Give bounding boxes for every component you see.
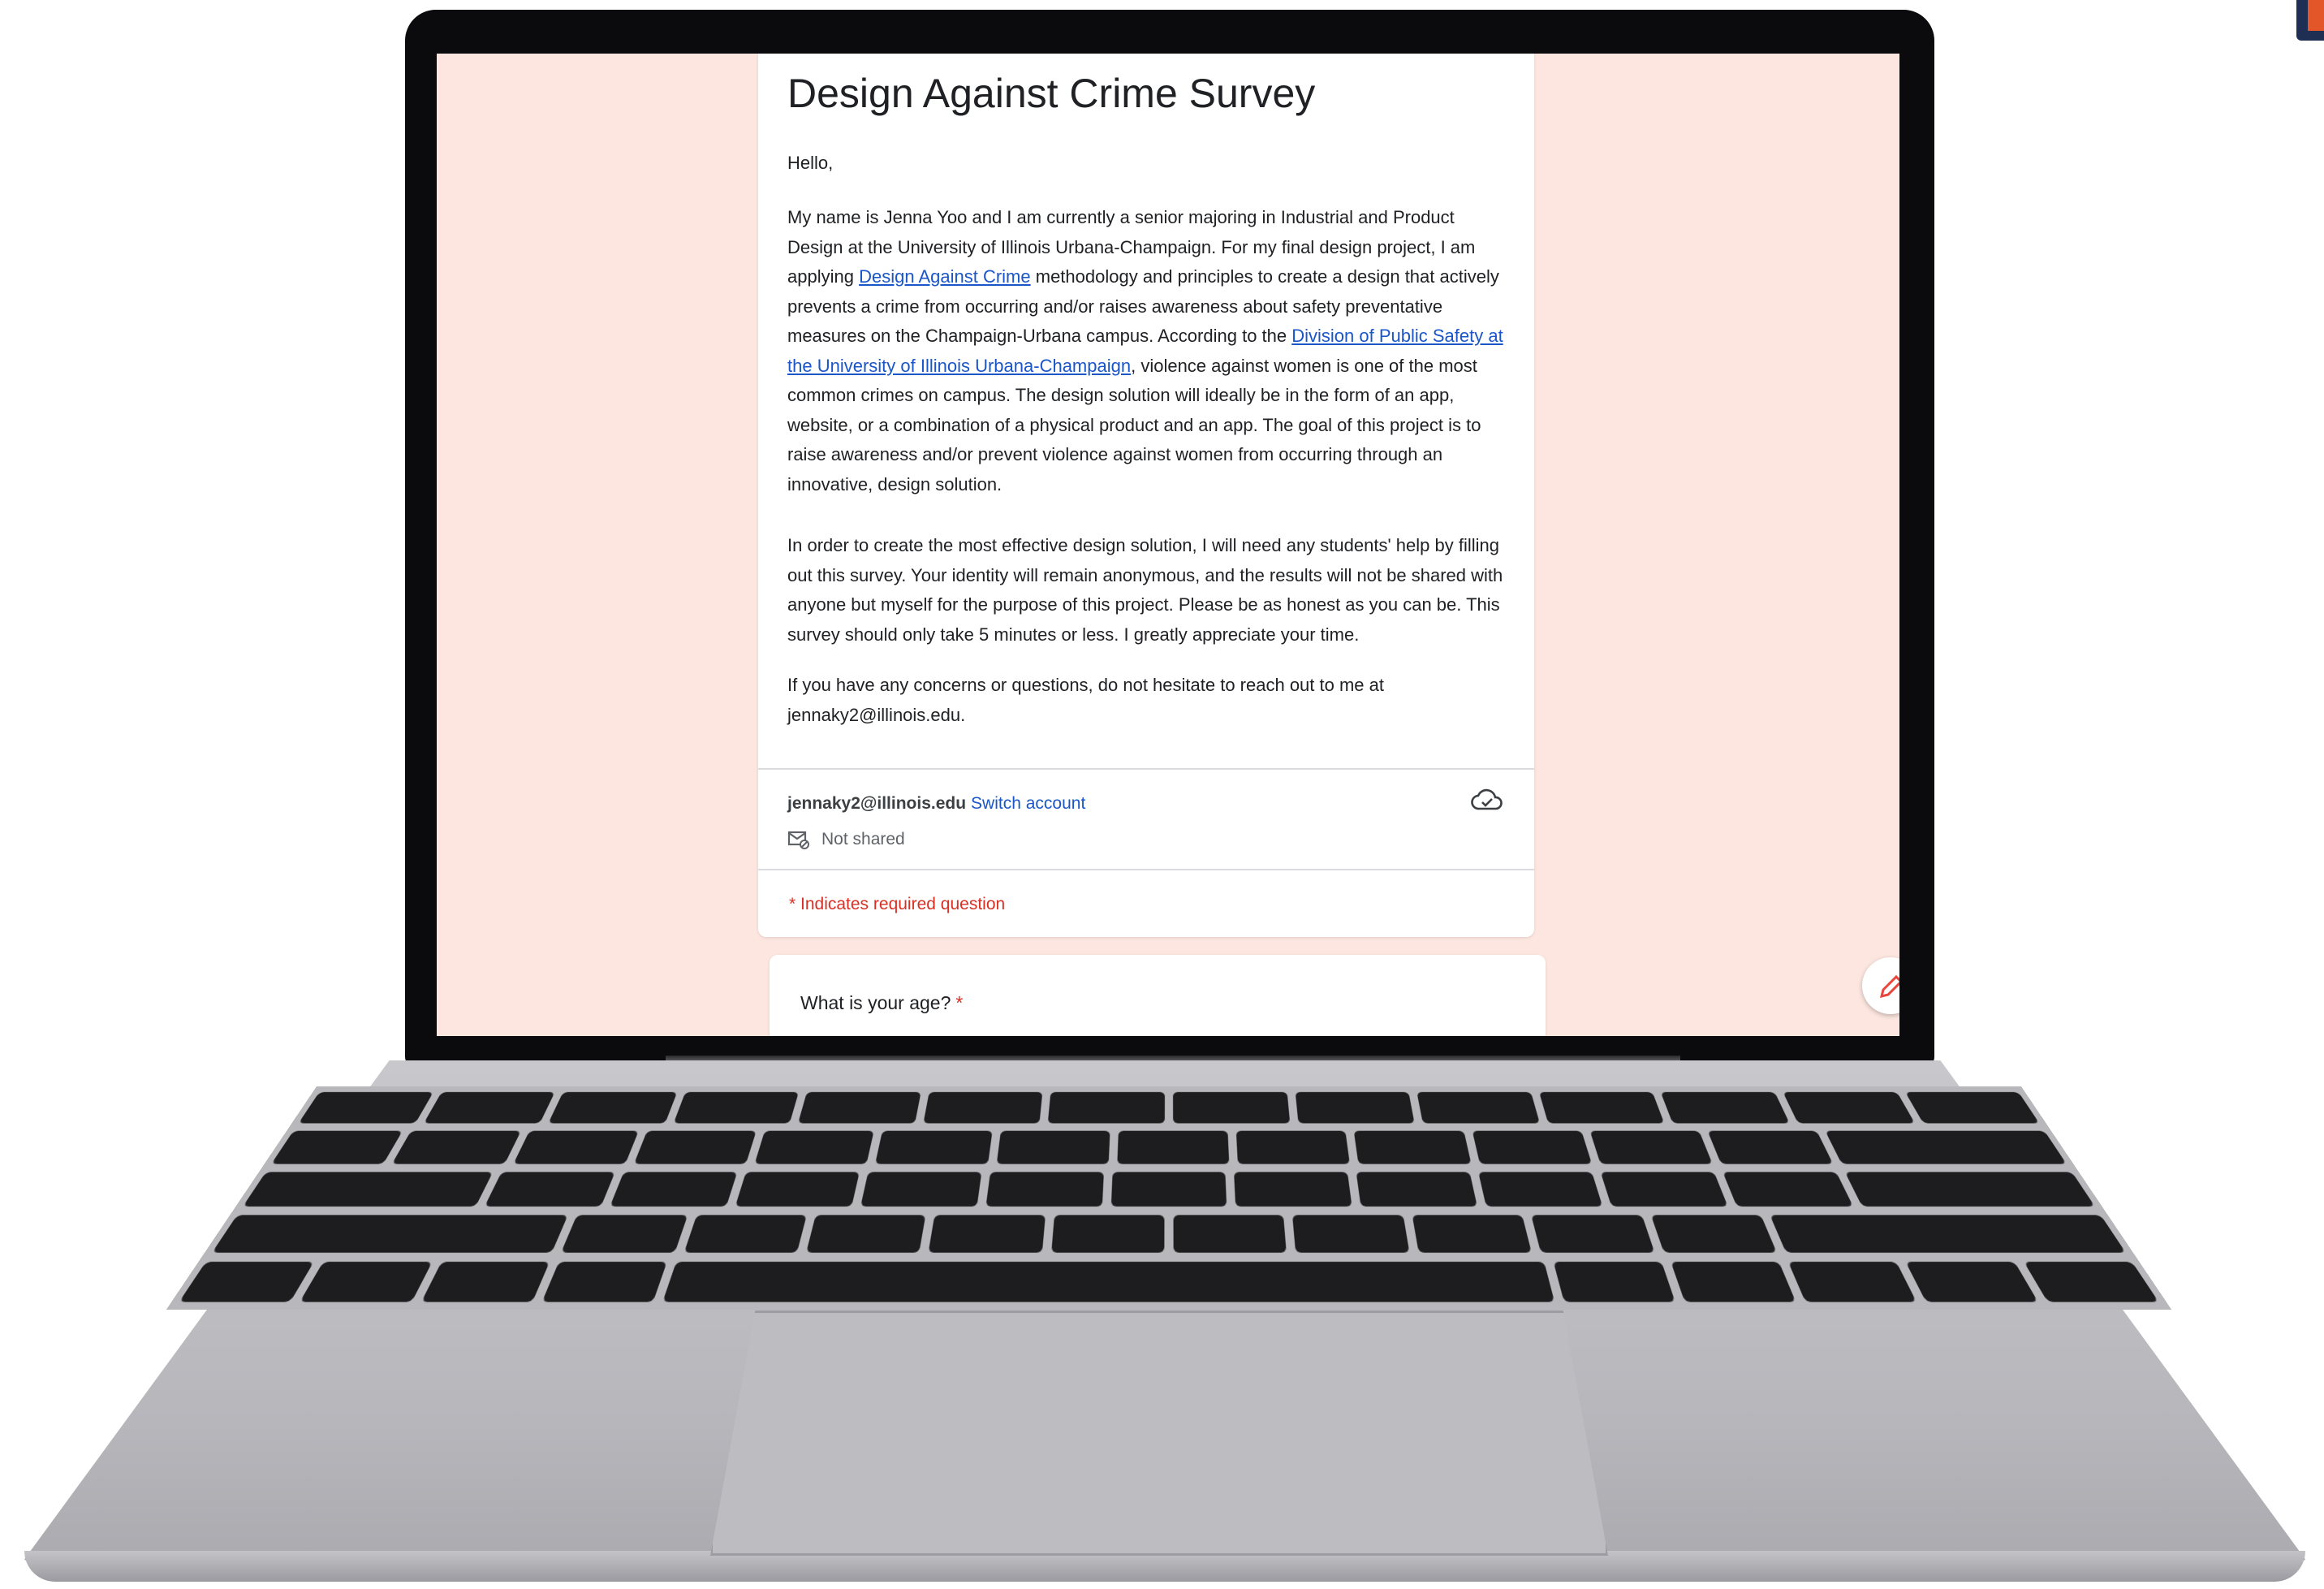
key <box>1671 1262 1796 1302</box>
key <box>735 1172 860 1207</box>
contact-paragraph: If you have any concerns or questions, d… <box>787 675 1385 725</box>
key <box>1478 1172 1603 1207</box>
key <box>754 1130 875 1164</box>
key <box>1050 1215 1165 1253</box>
key <box>1292 1215 1410 1253</box>
key <box>423 1091 555 1124</box>
key <box>1235 1130 1351 1164</box>
key <box>1844 1172 2096 1207</box>
keyboard-row <box>242 1172 2096 1207</box>
key <box>548 1091 678 1124</box>
key <box>985 1172 1104 1207</box>
key <box>633 1130 757 1164</box>
key <box>179 1262 315 1302</box>
key <box>1589 1130 1713 1164</box>
form-title: Design Against Crime Survey <box>787 71 1316 116</box>
key <box>1904 1091 2040 1124</box>
switch-account-link[interactable]: Switch account <box>971 794 1085 813</box>
account-email: jennaky2@illinois.edu <box>787 794 967 813</box>
intro-paragraph: My name is Jenna Yoo and I am currently … <box>787 203 1510 499</box>
key <box>673 1091 800 1124</box>
question-card-age: What is your age? * <box>770 955 1546 1036</box>
key <box>298 1091 433 1124</box>
greeting-text: Hello, <box>787 153 834 173</box>
key <box>420 1262 550 1302</box>
not-shared-row: Not shared <box>787 830 905 849</box>
key <box>271 1130 403 1164</box>
key <box>1295 1091 1415 1124</box>
key <box>1770 1215 2127 1253</box>
cloud-saved-icon[interactable] <box>1471 788 1503 814</box>
key <box>484 1172 615 1207</box>
key <box>1650 1215 1777 1253</box>
keyboard-row <box>298 1091 2040 1124</box>
key <box>513 1130 639 1164</box>
key <box>860 1172 982 1207</box>
key <box>1173 1215 1287 1253</box>
divider <box>758 869 1534 870</box>
key <box>1788 1262 1917 1302</box>
key <box>1531 1215 1654 1253</box>
question-label: What is your age? <box>800 992 951 1013</box>
corner-accent <box>2296 0 2324 41</box>
key <box>2023 1262 2159 1302</box>
edit-button[interactable] <box>1862 957 1899 1014</box>
key <box>1553 1262 1675 1302</box>
key <box>392 1130 521 1164</box>
key <box>875 1130 993 1164</box>
keyboard-row <box>211 1215 2127 1253</box>
intro-text: , violence against women is one of the m… <box>787 355 1481 494</box>
key <box>1723 1172 1854 1207</box>
key <box>1416 1091 1540 1124</box>
key <box>300 1262 433 1302</box>
key <box>1472 1130 1592 1164</box>
key <box>1354 1130 1472 1164</box>
key <box>1707 1130 1834 1164</box>
key <box>1356 1172 1478 1207</box>
key <box>996 1130 1110 1164</box>
required-note: * Indicates required question <box>789 895 1006 913</box>
mail-not-shared-icon <box>787 831 809 849</box>
not-shared-label: Not shared <box>821 830 905 848</box>
trackpad <box>710 1310 1608 1556</box>
key <box>1600 1172 1729 1207</box>
space-key <box>662 1262 1554 1302</box>
key <box>1117 1130 1230 1164</box>
keyboard-row <box>271 1130 2067 1164</box>
key <box>609 1172 738 1207</box>
question-title: What is your age? * <box>800 992 963 1014</box>
key <box>1110 1172 1227 1207</box>
key <box>923 1091 1043 1124</box>
key <box>1661 1091 1790 1124</box>
keyboard-row <box>179 1262 2159 1302</box>
design-against-crime-link[interactable]: Design Against Crime <box>859 266 1031 287</box>
instructions-paragraph: In order to create the most effective de… <box>787 535 1503 645</box>
key <box>211 1215 568 1253</box>
key <box>805 1215 926 1253</box>
account-row: jennaky2@illinois.edu Switch account <box>787 794 1085 814</box>
key <box>541 1262 667 1302</box>
key <box>1538 1091 1665 1124</box>
key <box>1783 1091 1915 1124</box>
key <box>798 1091 921 1124</box>
key <box>683 1215 807 1253</box>
form-header-card: Design Against Crime Survey Hello, My na… <box>758 54 1534 937</box>
key <box>1048 1091 1166 1124</box>
keyboard <box>166 1086 2172 1310</box>
key <box>928 1215 1046 1253</box>
key <box>1173 1091 1290 1124</box>
key <box>1234 1172 1353 1207</box>
key <box>242 1172 494 1207</box>
key <box>1906 1262 2038 1302</box>
key <box>1825 1130 2067 1164</box>
edit-pencil-icon <box>1879 974 1899 999</box>
required-star: * <box>955 992 964 1013</box>
key <box>1412 1215 1533 1253</box>
divider <box>758 768 1534 770</box>
key <box>561 1215 688 1253</box>
laptop-screen: Design Against Crime Survey Hello, My na… <box>437 54 1899 1036</box>
